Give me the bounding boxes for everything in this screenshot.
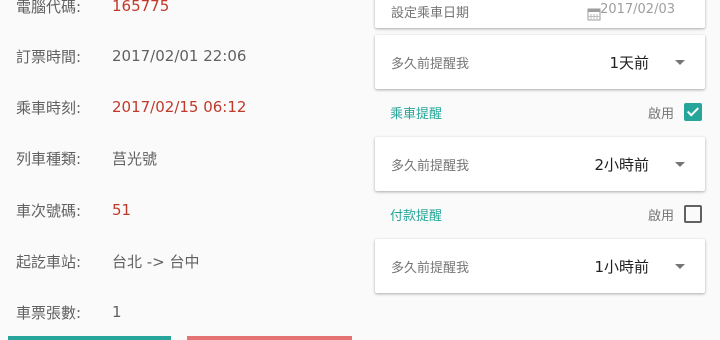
ticket-label: 訂票時間: bbox=[16, 47, 82, 66]
payment-reminder-title: 付款提醒 bbox=[390, 208, 443, 224]
ticket-value: 51 bbox=[112, 201, 132, 219]
ticket-row-departure-time: 乘車時刻: 2017/02/15 06:12 bbox=[16, 95, 246, 119]
payment-enable-label: 啟用 bbox=[647, 208, 674, 224]
chevron-down-icon bbox=[675, 264, 685, 269]
chevron-down-icon bbox=[675, 60, 685, 65]
ticket-row-computer-code: 電腦代碼: 165775 bbox=[16, 0, 169, 18]
ticket-label: 車次號碼: bbox=[16, 201, 82, 220]
ticket-label: 車票張數: bbox=[16, 303, 82, 322]
ride-reminder-title: 乘車提醒 bbox=[390, 106, 443, 122]
ticket-value: 2017/02/01 22:06 bbox=[112, 47, 247, 65]
ride-advance-select[interactable]: 多久前提醒我 2小時前 bbox=[375, 137, 705, 191]
advance-label: 多久前提醒我 bbox=[391, 158, 470, 174]
ticket-info-panel: 電腦代碼: 165775 訂票時間: 2017/02/01 22:06 乘車時刻… bbox=[0, 0, 360, 340]
ticket-label: 列車種類: bbox=[16, 149, 82, 168]
ticket-row-train-number: 車次號碼: 51 bbox=[16, 198, 131, 222]
ride-enable-checkbox[interactable] bbox=[684, 103, 702, 121]
chevron-down-icon bbox=[675, 162, 685, 167]
calendar-icon bbox=[587, 6, 601, 21]
secondary-action-button[interactable] bbox=[187, 336, 352, 340]
ticket-label: 電腦代碼: bbox=[16, 0, 82, 16]
payment-reminder-header: 付款提醒 啟用 bbox=[390, 202, 702, 226]
payment-enable-checkbox[interactable] bbox=[684, 205, 702, 223]
ticket-row-booking-time: 訂票時間: 2017/02/01 22:06 bbox=[16, 44, 246, 68]
ride-date-card[interactable]: 設定乘車日期 2017/02/03 bbox=[375, 0, 705, 28]
ride-date-value: 2017/02/03 bbox=[600, 2, 675, 17]
ticket-row-train-type: 列車種類: 莒光號 bbox=[16, 146, 157, 170]
ride-enable-label: 啟用 bbox=[647, 106, 674, 122]
advance-label: 多久前提醒我 bbox=[391, 260, 470, 276]
booking-advance-select[interactable]: 多久前提醒我 1天前 bbox=[375, 35, 705, 89]
advance-value: 2小時前 bbox=[594, 155, 649, 174]
ticket-value: 1 bbox=[112, 303, 122, 321]
ticket-row-stations: 起訖車站: 台北 -> 台中 bbox=[16, 249, 200, 273]
ticket-value: 2017/02/15 06:12 bbox=[112, 98, 247, 116]
ride-date-label: 設定乘車日期 bbox=[391, 6, 470, 21]
primary-action-button[interactable] bbox=[8, 336, 171, 340]
reminder-panel: 設定乘車日期 2017/02/03 多久前提醒我 1天前 乘車提醒 啟用 多久前… bbox=[360, 0, 720, 340]
ticket-value: 165775 bbox=[112, 0, 170, 15]
advance-value: 1小時前 bbox=[594, 257, 649, 276]
ticket-label: 乘車時刻: bbox=[16, 98, 82, 117]
ticket-label: 起訖車站: bbox=[16, 252, 82, 271]
advance-value: 1天前 bbox=[609, 53, 649, 72]
ride-reminder-header: 乘車提醒 啟用 bbox=[390, 100, 702, 124]
payment-advance-select[interactable]: 多久前提醒我 1小時前 bbox=[375, 239, 705, 293]
advance-label: 多久前提醒我 bbox=[391, 56, 470, 72]
ticket-value: 莒光號 bbox=[112, 149, 158, 168]
ticket-value: 台北 -> 台中 bbox=[112, 252, 200, 271]
ticket-row-ticket-count: 車票張數: 1 bbox=[16, 300, 122, 324]
